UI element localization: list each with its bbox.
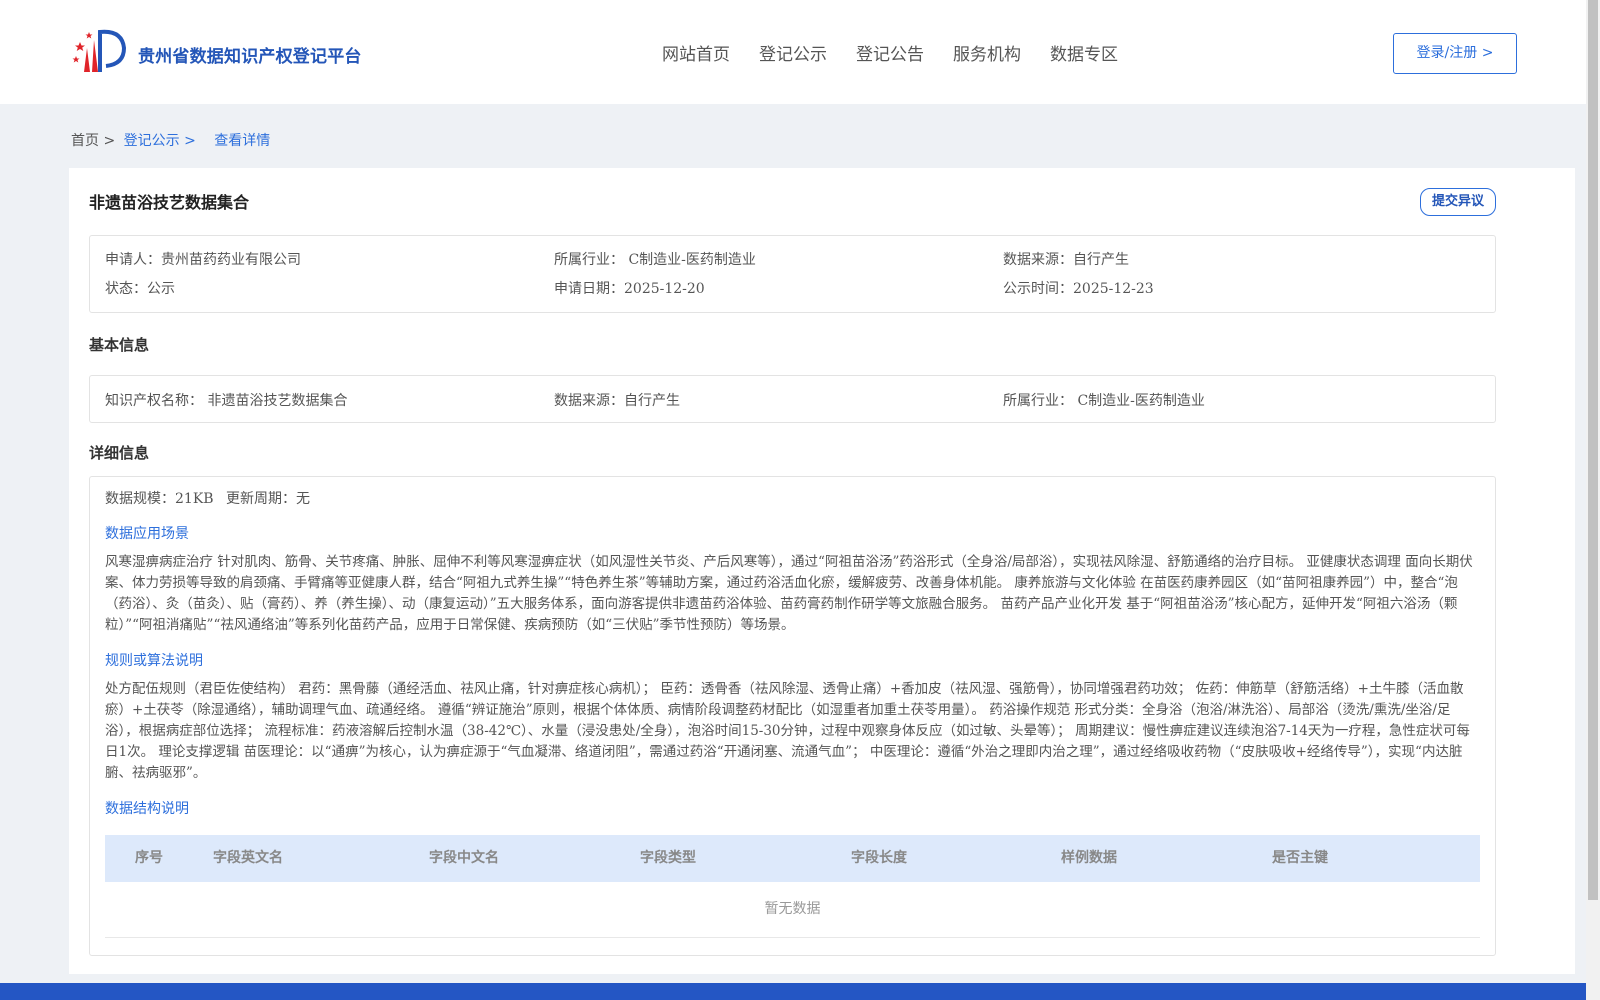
col-header-field-length: 字段长度 — [851, 850, 907, 866]
submit-objection-button[interactable]: 提交异议 — [1420, 188, 1496, 216]
table-empty-state: 暂无数据 — [105, 882, 1480, 938]
status-field: 状态：公示 — [105, 281, 175, 297]
rules-heading: 规则或算法说明 — [105, 653, 203, 669]
scenario-heading: 数据应用场景 — [105, 526, 189, 542]
basic-industry-field: 所属行业： C制造业-医药制造业 — [1003, 393, 1205, 409]
ip-name-field: 知识产权名称： 非遗苗浴技艺数据集合 — [105, 393, 348, 409]
site-logo-icon[interactable] — [70, 26, 132, 78]
col-header-primary-key: 是否主键 — [1272, 850, 1328, 866]
login-register-button[interactable]: 登录/注册 > — [1393, 33, 1517, 74]
breadcrumb: 首页 > 登记公示 > 查看详情 — [71, 130, 274, 150]
breadcrumb-parent[interactable]: 登记公示 > — [124, 133, 196, 149]
detail-info-heading: 详细信息 — [89, 444, 150, 462]
site-title[interactable]: 贵州省数据知识产权登记平台 — [138, 42, 362, 67]
update-cycle-field: 更新周期：无 — [226, 491, 310, 507]
source-field: 数据来源：自行产生 — [1003, 252, 1129, 268]
apply-date-field: 申请日期：2025-12-20 — [554, 281, 705, 297]
footer-bar — [0, 983, 1586, 1000]
summary-panel: 申请人：贵州苗药药业有限公司 所属行业： C制造业-医药制造业 数据来源：自行产… — [89, 235, 1496, 313]
col-header-field-en: 字段英文名 — [213, 850, 283, 866]
record-title: 非遗苗浴技艺数据集合 — [89, 193, 250, 212]
rules-text: 处方配伍规则（君臣佐使结构） 君药：黑骨藤（通经活血、祛风止痛，针对痹症核心病机… — [105, 681, 1470, 781]
detail-card: 非遗苗浴技艺数据集合 提交异议 申请人：贵州苗药药业有限公司 所属行业： C制造… — [69, 168, 1575, 974]
main-nav: 网站首页 登记公示 登记公告 服务机构 数据专区 — [662, 40, 1147, 65]
publish-date-field: 公示时间：2025-12-23 — [1003, 281, 1154, 297]
data-scale-field: 数据规模：21KB — [105, 491, 214, 507]
col-header-field-cn: 字段中文名 — [429, 850, 499, 866]
structure-heading: 数据结构说明 — [105, 801, 189, 817]
col-header-index: 序号 — [135, 850, 163, 866]
scenario-text: 风寒湿痹病症治疗 针对肌肉、筋骨、关节疼痛、肿胀、屈伸不利等风寒湿痹症状（如风湿… — [105, 554, 1473, 633]
basic-source-field: 数据来源：自行产生 — [554, 393, 680, 409]
detail-info-panel: 数据规模：21KB 更新周期：无 数据应用场景 风寒湿痹病症治疗 针对肌肉、筋骨… — [89, 476, 1496, 956]
breadcrumb-home[interactable]: 首页 > — [71, 133, 115, 149]
site-header: 贵州省数据知识产权登记平台 网站首页 登记公示 登记公告 服务机构 数据专区 登… — [0, 0, 1586, 104]
col-header-field-type: 字段类型 — [640, 850, 696, 866]
breadcrumb-current: 查看详情 — [214, 133, 271, 149]
col-header-sample: 样例数据 — [1061, 850, 1117, 866]
nav-item-home[interactable]: 网站首页 — [662, 40, 730, 65]
basic-info-panel: 知识产权名称： 非遗苗浴技艺数据集合 数据来源：自行产生 所属行业： C制造业-… — [89, 375, 1496, 423]
basic-info-heading: 基本信息 — [89, 336, 150, 354]
industry-field: 所属行业： C制造业-医药制造业 — [554, 252, 756, 268]
nav-item-registration-publicity[interactable]: 登记公示 — [759, 40, 827, 65]
nav-item-data-zone[interactable]: 数据专区 — [1050, 40, 1118, 65]
nav-item-service-agencies[interactable]: 服务机构 — [953, 40, 1021, 65]
applicant-field: 申请人：贵州苗药药业有限公司 — [105, 252, 301, 268]
structure-table-header: 序号 字段英文名 字段中文名 字段类型 字段长度 样例数据 是否主键 — [105, 835, 1480, 882]
scrollbar-thumb[interactable] — [1588, 0, 1598, 900]
nav-item-registration-announcement[interactable]: 登记公告 — [856, 40, 924, 65]
